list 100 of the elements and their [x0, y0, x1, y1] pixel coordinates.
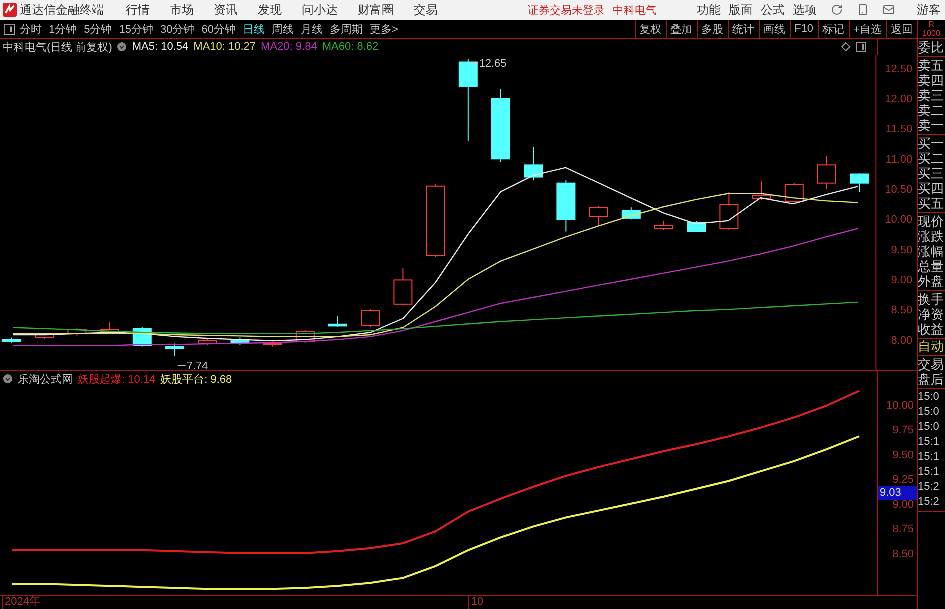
period-tab[interactable]: 日线 — [243, 22, 265, 36]
menu-item[interactable]: 行情 — [126, 2, 150, 18]
price-axis-label: 9.50 — [891, 244, 913, 256]
price-annotation: 12.65 — [470, 58, 507, 70]
candlestick — [524, 146, 544, 181]
quote-field-label: 涨幅 — [918, 244, 945, 259]
dropdown-icon[interactable] — [117, 42, 128, 52]
indicator-axis-label: 9.25 — [892, 474, 914, 486]
cursor-value: 9.03 — [878, 486, 917, 500]
period-tab[interactable]: 月线 — [301, 22, 323, 36]
stock-title: 中科电气(日线 前复权) — [3, 40, 112, 54]
price-axis-label: 10.50 — [885, 184, 913, 196]
indicator-axis-label: 9.00 — [892, 498, 914, 511]
period-tab[interactable]: 5分钟 — [84, 22, 112, 36]
price-axis-label: 9.00 — [891, 274, 913, 286]
menu-item[interactable]: 选项 — [793, 2, 817, 18]
quote-field-label: 买三 — [918, 166, 945, 181]
period-tab[interactable]: 周线 — [272, 22, 294, 36]
menu-item[interactable]: 问小达 — [302, 2, 338, 18]
candlestick — [100, 322, 120, 334]
candlestick — [784, 182, 804, 204]
price-annotation: 7.74 — [177, 360, 208, 370]
candlestick — [556, 180, 576, 232]
indicator-axis-label: 10.00 — [886, 400, 914, 412]
user-name[interactable]: 游客 — [917, 2, 941, 18]
price-axis-label: 8.00 — [891, 334, 913, 347]
quote-field-label: 卖四 — [918, 73, 945, 88]
menu-item[interactable]: 功能 — [697, 2, 721, 18]
period-tab[interactable]: 分时 — [20, 22, 42, 36]
period-tab[interactable]: 60分钟 — [202, 22, 236, 36]
ma-legend: MA60: 8.62 — [322, 41, 379, 53]
candlestick — [230, 337, 250, 346]
phone-icon[interactable] — [857, 4, 869, 16]
menu-item[interactable]: 市场 — [170, 2, 194, 18]
menu-item[interactable]: 交易 — [414, 2, 438, 18]
period-tab[interactable]: 多周期 — [330, 22, 363, 36]
quote-field-label: 卖二 — [918, 103, 945, 118]
menu-item[interactable]: 财富圈 — [358, 2, 394, 18]
mode-button[interactable]: 自动 — [918, 339, 945, 356]
quote-field-label: 卖五 — [918, 58, 945, 73]
candlestick — [752, 181, 772, 201]
trade-time: 15:2 — [918, 495, 940, 510]
annotation: 7.74 — [186, 360, 208, 372]
quote-field-label: 收益 — [918, 322, 945, 337]
diamond-icon[interactable] — [841, 42, 851, 52]
quote-field-label: 净资 — [918, 307, 945, 322]
panel-icon[interactable] — [4, 24, 15, 34]
stock-name: 中科电气 — [613, 4, 657, 18]
quote-field-label: 委比 — [918, 40, 945, 55]
period-tab[interactable]: 1分钟 — [49, 22, 78, 36]
quote-field-label: 买四 — [918, 181, 945, 196]
price-axis-label: 12.00 — [885, 93, 913, 106]
indicator-legend: 妖股起爆: 10.14 — [78, 372, 156, 386]
mail-icon[interactable] — [883, 4, 895, 16]
candlestick — [687, 220, 706, 232]
panel-icon[interactable] — [856, 42, 866, 52]
quote-field-label: 总量 — [918, 259, 945, 274]
candlestick — [35, 332, 54, 340]
candlestick — [263, 341, 282, 348]
indicator-title: 乐淘公式网 — [18, 372, 73, 386]
refresh-icon[interactable] — [831, 4, 843, 16]
date-axis-label: 2024年 — [2, 596, 40, 609]
period-tab[interactable]: 30分钟 — [160, 22, 195, 36]
price-axis-label: 8.50 — [891, 304, 913, 317]
price-axis-label: 11.00 — [886, 154, 913, 166]
ma-legend: MA10: 10.27 — [194, 41, 256, 53]
candlestick — [68, 328, 87, 336]
price-axis-label: 11.50 — [886, 124, 913, 136]
trade-time: 15:0 — [918, 420, 940, 435]
candlestick — [2, 337, 22, 344]
candlestick — [361, 308, 380, 328]
candlestick — [622, 207, 641, 220]
quote-field-label: 外盘 — [918, 274, 945, 289]
panel-tab[interactable]: 盘后 — [918, 372, 945, 387]
price-axis-label: 12.50 — [885, 63, 913, 76]
candlestick — [720, 192, 739, 230]
indicator-axis-label: 8.75 — [892, 524, 914, 536]
trade-time: 15:1 — [918, 435, 940, 450]
candlestick — [198, 339, 218, 346]
indicator-legend: 妖股平台: 9.68 — [160, 372, 232, 386]
trade-time: 15:2 — [918, 480, 940, 495]
panel-tab[interactable]: 交易 — [918, 357, 945, 372]
price-axis-label: 10.00 — [885, 214, 913, 226]
quote-field-label: 换手 — [918, 292, 945, 307]
app-title: 通达信金融终端 — [20, 2, 104, 18]
menu-item[interactable]: 版面 — [729, 2, 753, 18]
menu-item[interactable]: 资讯 — [214, 2, 238, 18]
login-status[interactable]: 证券交易未登录 — [528, 2, 605, 18]
menu-item[interactable]: 公式 — [761, 2, 785, 18]
period-tab[interactable]: 更多> — [370, 22, 398, 36]
date-axis-label: 10 — [468, 596, 484, 609]
panel-header[interactable]: R 1000 — [918, 20, 945, 39]
quote-field-label: 买五 — [918, 196, 945, 211]
quote-field-label: 买一 — [918, 136, 945, 151]
menu-item[interactable]: 发现 — [258, 2, 282, 18]
period-tab[interactable]: 15分钟 — [119, 22, 154, 36]
candlestick — [818, 156, 836, 190]
dropdown-icon[interactable] — [3, 374, 13, 384]
candlestick — [328, 316, 348, 328]
candlestick — [166, 343, 184, 357]
